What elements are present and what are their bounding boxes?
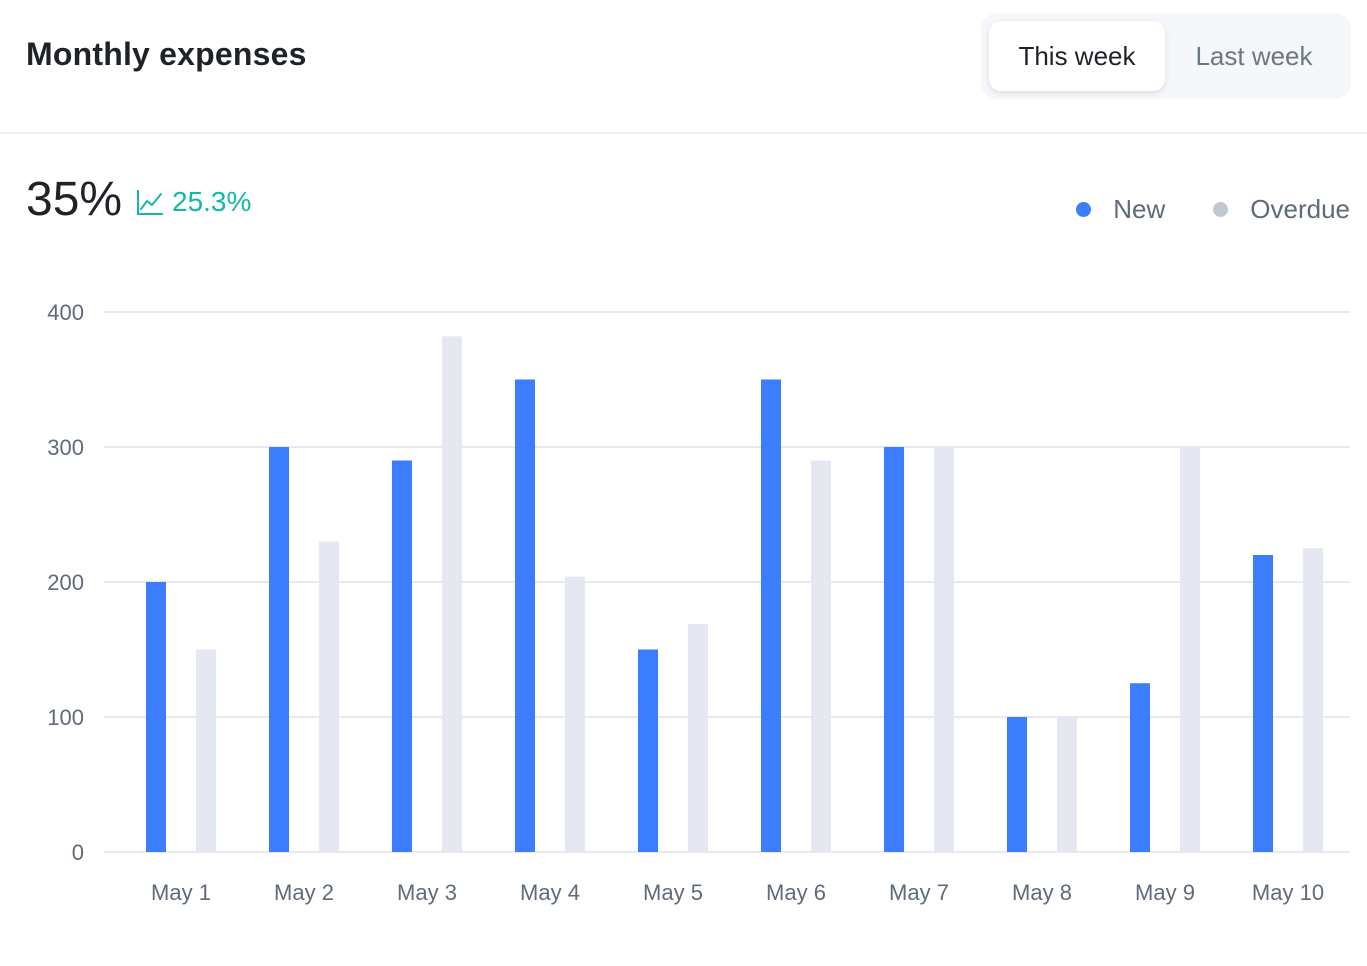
bar-overdue-10[interactable] — [1303, 548, 1323, 852]
bar-overdue-8[interactable] — [1057, 717, 1077, 852]
x-tick-label: May 7 — [889, 880, 949, 905]
x-tick-label: May 9 — [1135, 880, 1195, 905]
bar-new-9[interactable] — [1130, 683, 1150, 852]
y-tick-label: 100 — [47, 705, 84, 730]
bar-new-10[interactable] — [1253, 555, 1273, 852]
x-tick-label: May 1 — [151, 880, 211, 905]
x-tick-label: May 8 — [1012, 880, 1072, 905]
bar-new-4[interactable] — [515, 379, 535, 853]
bar-new-3[interactable] — [392, 460, 412, 853]
x-tick-label: May 5 — [643, 880, 703, 905]
bar-new-7[interactable] — [884, 447, 904, 852]
bar-overdue-3[interactable] — [442, 336, 462, 852]
bar-new-5[interactable] — [638, 649, 658, 853]
bar-new-8[interactable] — [1007, 717, 1027, 852]
bar-chart: 0 100 200 300 400 May 1 May 2 May 3 May 4 May 5 Ma… — [47, 300, 1350, 905]
x-tick-label: May 4 — [520, 880, 580, 905]
bar-new-1[interactable] — [146, 582, 166, 852]
x-tick-label: May 6 — [766, 880, 826, 905]
x-tick-label: May 2 — [274, 880, 334, 905]
bar-overdue-5[interactable] — [688, 623, 708, 852]
bar-overdue-7[interactable] — [934, 447, 954, 852]
bar-overdue-2[interactable] — [319, 541, 339, 853]
y-tick-label: 0 — [72, 840, 84, 865]
bar-overdue-4[interactable] — [565, 576, 585, 852]
bar-overdue-1[interactable] — [196, 649, 216, 853]
bar-new-6[interactable] — [761, 379, 781, 853]
bar-overdue-9[interactable] — [1180, 447, 1200, 852]
x-tick-label: May 3 — [397, 880, 457, 905]
y-tick-label: 300 — [47, 435, 84, 460]
y-tick-label: 400 — [47, 300, 84, 325]
bar-new-2[interactable] — [269, 447, 289, 852]
bar-overdue-6[interactable] — [811, 460, 831, 853]
x-tick-label: May 10 — [1252, 880, 1324, 905]
y-tick-label: 200 — [47, 570, 84, 595]
